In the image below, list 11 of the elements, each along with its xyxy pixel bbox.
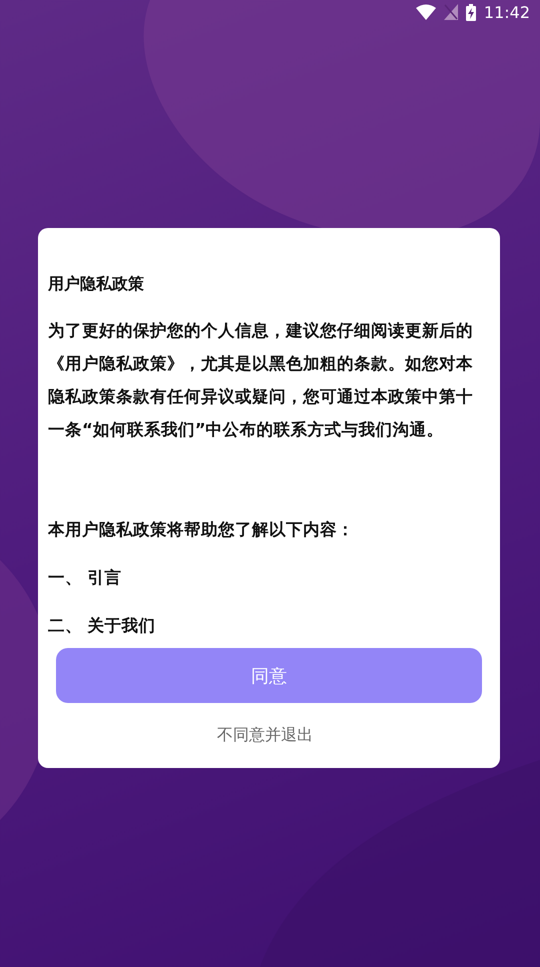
dialog-title: 用户隐私政策 (48, 273, 145, 295)
agree-button[interactable]: 同意 (56, 648, 482, 703)
policy-paragraph: 为了更好的保护您的个人信息，建议您仔细阅读更新后的《用户隐私政策》，尤其是以黑色加粗的条款。如您对本隐私政策条款有任何异议或疑问，您可通过本政策中第十一条“如何联系我们”中公布的联系方式与我们沟通。 (48, 320, 474, 441)
no-signal-icon (444, 4, 458, 20)
clock-time: 11:42 (484, 2, 530, 22)
wifi-icon (416, 4, 436, 20)
section-heading: 二、 关于我们 (48, 615, 157, 637)
intro-text: 本用户隐私政策将帮助您了解以下内容： (48, 519, 355, 541)
battery-charging-icon (466, 4, 476, 20)
section-heading: 一、 引言 (48, 567, 123, 589)
decline-link[interactable]: 不同意并退出 (213, 721, 317, 750)
